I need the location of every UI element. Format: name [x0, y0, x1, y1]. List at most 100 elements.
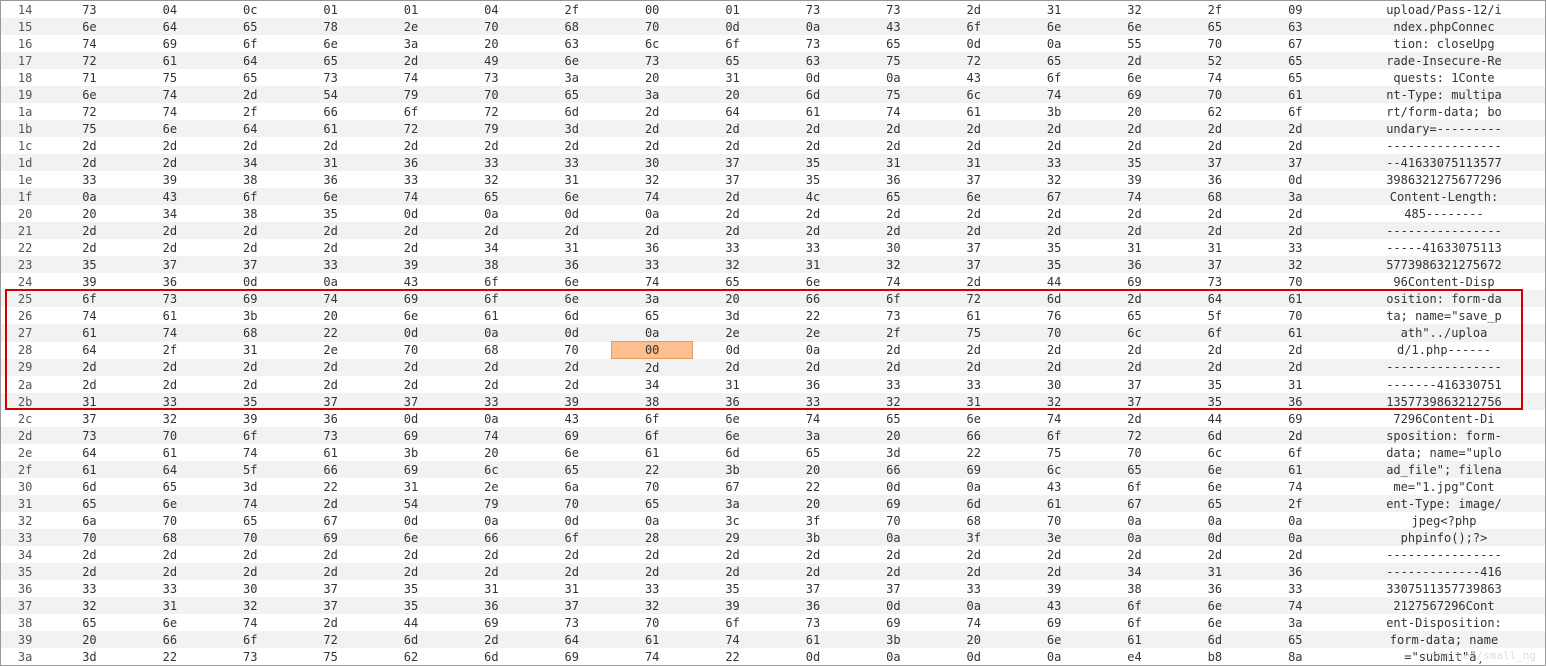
hex-row[interactable]: 37323132373536373239360d0a436f6e74212756…: [1, 597, 1545, 614]
hex-cell[interactable]: 3d: [853, 444, 933, 461]
hex-row[interactable]: 31656e742d547970653a20696d6167652fent-Ty…: [1, 495, 1545, 512]
hex-cell[interactable]: 65: [532, 86, 612, 103]
hex-cell[interactable]: 2d: [210, 137, 290, 154]
hex-cell[interactable]: 69: [532, 427, 612, 444]
hex-cell[interactable]: 2d: [210, 86, 290, 103]
hex-row[interactable]: 1f0a436f6e74656e742d4c656e6774683aConten…: [1, 188, 1545, 205]
hex-cell[interactable]: 20: [1094, 103, 1174, 120]
hex-row[interactable]: 196e742d547970653a206d756c74697061nt-Typ…: [1, 86, 1545, 103]
hex-cell[interactable]: 2d: [290, 222, 370, 239]
hex-cell[interactable]: 33: [130, 580, 210, 597]
hex-cell[interactable]: 0a: [1175, 512, 1255, 529]
hex-cell[interactable]: 73: [49, 1, 129, 18]
hex-cell[interactable]: 61: [49, 324, 129, 342]
hex-cell[interactable]: 54: [371, 495, 451, 512]
hex-cell[interactable]: 2d: [853, 546, 933, 563]
hex-cell[interactable]: 39: [49, 273, 129, 290]
hex-cell[interactable]: 5f: [1175, 307, 1255, 324]
hex-cell[interactable]: 62: [371, 648, 451, 665]
hex-cell[interactable]: 73: [1175, 273, 1255, 290]
hex-cell[interactable]: 6c: [1175, 444, 1255, 461]
hex-cell[interactable]: 32: [210, 597, 290, 614]
hex-cell[interactable]: 66: [451, 529, 531, 546]
hex-cell[interactable]: 2d: [1094, 222, 1174, 239]
hex-cell[interactable]: 73: [853, 307, 933, 324]
hex-cell[interactable]: 2d: [371, 137, 451, 154]
hex-cell[interactable]: 2d: [532, 137, 612, 154]
hex-row[interactable]: 28642f312e706870000d0a2d2d2d2d2d2dd/1.ph…: [1, 342, 1545, 359]
hex-cell[interactable]: 74: [1175, 69, 1255, 86]
hex-cell[interactable]: 2d: [1255, 546, 1335, 563]
hex-cell[interactable]: 0d: [1175, 529, 1255, 546]
hex-row[interactable]: 256f736974696f6e3a20666f726d2d6461ositio…: [1, 290, 1545, 307]
hex-cell[interactable]: 6d: [371, 631, 451, 648]
hex-cell[interactable]: 0a: [853, 69, 933, 86]
hex-cell[interactable]: 2d: [934, 222, 1014, 239]
hex-cell[interactable]: 39: [130, 171, 210, 188]
hex-cell[interactable]: 31: [692, 376, 772, 393]
hex-cell[interactable]: 2d: [934, 563, 1014, 580]
hex-cell[interactable]: 33: [1014, 154, 1094, 171]
hex-cell[interactable]: 73: [773, 1, 853, 18]
hex-cell[interactable]: 69: [1094, 86, 1174, 103]
hex-cell[interactable]: 70: [853, 512, 933, 529]
hex-cell[interactable]: 70: [451, 18, 531, 35]
hex-cell[interactable]: 6d: [773, 86, 853, 103]
hex-cell[interactable]: 36: [612, 239, 692, 256]
hex-cell[interactable]: 31: [210, 342, 290, 359]
hex-cell[interactable]: 2d: [853, 120, 933, 137]
hex-cell[interactable]: 61: [1014, 495, 1094, 512]
hex-cell[interactable]: 2d: [290, 546, 370, 563]
hex-cell[interactable]: 33: [49, 580, 129, 597]
hex-row[interactable]: 1c2d2d2d2d2d2d2d2d2d2d2d2d2d2d2d2d------…: [1, 137, 1545, 154]
hex-cell[interactable]: 3a: [612, 86, 692, 103]
hex-cell[interactable]: 6d: [934, 495, 1014, 512]
hex-cell[interactable]: 2d: [1014, 205, 1094, 222]
hex-cell[interactable]: 69: [290, 529, 370, 546]
hex-row[interactable]: 342d2d2d2d2d2d2d2d2d2d2d2d2d2d2d2d------…: [1, 546, 1545, 563]
hex-cell[interactable]: 2d: [773, 563, 853, 580]
hex-cell[interactable]: 3a: [532, 69, 612, 86]
hex-row[interactable]: 352d2d2d2d2d2d2d2d2d2d2d2d2d343136------…: [1, 563, 1545, 580]
hex-row[interactable]: 27617468220d0a0d0a2e2e2f75706c6f61ath"..…: [1, 324, 1545, 342]
hex-cell[interactable]: 6c: [612, 35, 692, 52]
hex-cell[interactable]: 33: [1255, 580, 1335, 597]
hex-cell[interactable]: 6f: [692, 35, 772, 52]
hex-cell[interactable]: 31: [49, 393, 129, 410]
hex-cell[interactable]: 3c: [692, 512, 772, 529]
hex-cell[interactable]: 31: [290, 154, 370, 171]
hex-cell[interactable]: 43: [532, 410, 612, 427]
hex-cell[interactable]: 0a: [1255, 512, 1335, 529]
hex-cell[interactable]: 61: [290, 120, 370, 137]
hex-cell[interactable]: 2d: [290, 137, 370, 154]
hex-cell[interactable]: 43: [934, 69, 1014, 86]
hex-cell[interactable]: 61: [773, 103, 853, 120]
hex-cell[interactable]: 72: [49, 103, 129, 120]
hex-row[interactable]: 20203438350d0a0d0a2d2d2d2d2d2d2d2d 485--…: [1, 205, 1545, 222]
hex-cell[interactable]: 2d: [692, 546, 772, 563]
hex-cell[interactable]: 22: [130, 648, 210, 665]
hex-cell[interactable]: 32: [451, 171, 531, 188]
hex-cell[interactable]: 65: [451, 188, 531, 205]
hex-cell[interactable]: 66: [290, 103, 370, 120]
hex-cell[interactable]: 61: [130, 444, 210, 461]
hex-row[interactable]: 222d2d2d2d2d3431363333303735313133-----4…: [1, 239, 1545, 256]
hex-cell[interactable]: 2d: [1014, 546, 1094, 563]
hex-cell[interactable]: 55: [1094, 35, 1174, 52]
hex-cell[interactable]: 2f: [210, 103, 290, 120]
hex-cell[interactable]: 6d: [451, 648, 531, 665]
hex-cell[interactable]: 65: [612, 495, 692, 512]
hex-cell[interactable]: 2d: [130, 546, 210, 563]
hex-cell[interactable]: 36: [130, 273, 210, 290]
hex-cell[interactable]: 36: [1255, 393, 1335, 410]
hex-cell[interactable]: 69: [853, 495, 933, 512]
hex-cell[interactable]: 0d: [773, 648, 853, 665]
hex-cell[interactable]: 36: [290, 410, 370, 427]
hex-cell[interactable]: 65: [49, 495, 129, 512]
hex-cell[interactable]: 30: [210, 580, 290, 597]
hex-cell[interactable]: 65: [1255, 52, 1335, 69]
hex-cell[interactable]: 6f: [1255, 103, 1335, 120]
hex-cell[interactable]: 0a: [49, 188, 129, 205]
hex-cell[interactable]: 2d: [49, 563, 129, 580]
hex-cell[interactable]: 74: [692, 631, 772, 648]
